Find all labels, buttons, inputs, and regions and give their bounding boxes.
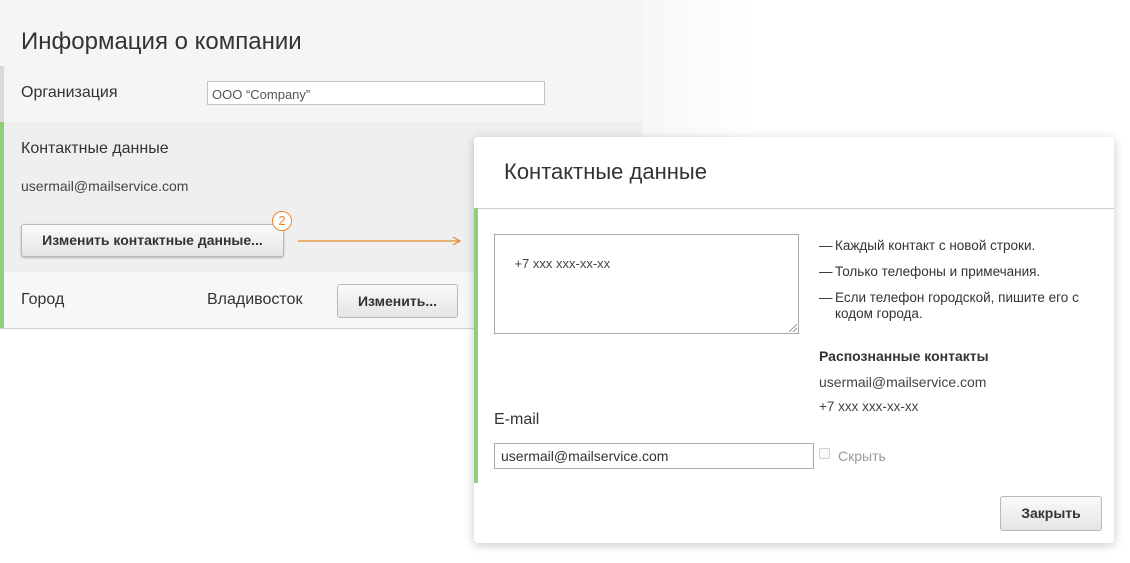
city-label: Город — [21, 291, 65, 308]
close-button[interactable]: Закрыть — [1000, 496, 1102, 531]
email-input[interactable]: usermail@mailservice.com — [494, 443, 814, 469]
hide-checkbox[interactable] — [819, 448, 830, 459]
dialog-indicator — [474, 208, 478, 483]
contacts-email-value: usermail@mailservice.com — [21, 178, 189, 194]
hide-checkbox-label[interactable]: Скрыть — [838, 448, 886, 464]
hint-item: — Только телефоны и примечания. — [819, 264, 1099, 280]
contacts-dialog: Контактные данные +7 xxx xxx-xx-xx — Каж… — [474, 137, 1114, 543]
organization-input[interactable]: ООО “Company” — [207, 81, 545, 105]
contacts-label: Контактные данные — [21, 140, 169, 157]
row-indicator — [0, 66, 4, 122]
hint-text: Только телефоны и примечания. — [835, 264, 1041, 279]
edit-contacts-button[interactable]: Изменить контактные данные... — [21, 224, 284, 257]
recognized-contact-item: +7 xxx xxx-xx-xx — [819, 399, 919, 414]
hint-item: — Если телефон городской, пишите его с к… — [819, 290, 1099, 322]
page-title: Информация о компании — [21, 28, 302, 55]
arrow-right-icon — [298, 236, 462, 246]
step-badge: 2 — [272, 211, 292, 231]
edit-city-button[interactable]: Изменить... — [337, 284, 458, 318]
phones-value: +7 xxx xxx-xx-xx — [514, 256, 611, 271]
hint-text: Если телефон городской, пишите его с код… — [835, 290, 1079, 321]
hint-item: — Каждый контакт с новой строки. — [819, 238, 1099, 254]
hints-list: — Каждый контакт с новой строки. — Тольк… — [819, 238, 1099, 332]
hint-dash: — — [819, 264, 833, 279]
row-indicator-active — [0, 122, 4, 272]
row-indicator-active — [0, 272, 4, 328]
hint-text: Каждый контакт с новой строки. — [835, 238, 1036, 253]
email-label: E-mail — [494, 411, 540, 428]
recognized-contacts-title: Распознанные контакты — [819, 348, 989, 364]
resize-grip-icon[interactable] — [789, 324, 797, 332]
dialog-title: Контактные данные — [504, 159, 707, 184]
organization-label: Организация — [21, 84, 118, 101]
city-value: Владивосток — [207, 291, 303, 308]
hint-dash: — — [819, 290, 833, 305]
phones-textarea[interactable]: +7 xxx xxx-xx-xx — [494, 234, 799, 334]
hint-dash: — — [819, 238, 833, 253]
recognized-contact-item: usermail@mailservice.com — [819, 374, 987, 390]
dialog-divider — [474, 208, 1114, 209]
